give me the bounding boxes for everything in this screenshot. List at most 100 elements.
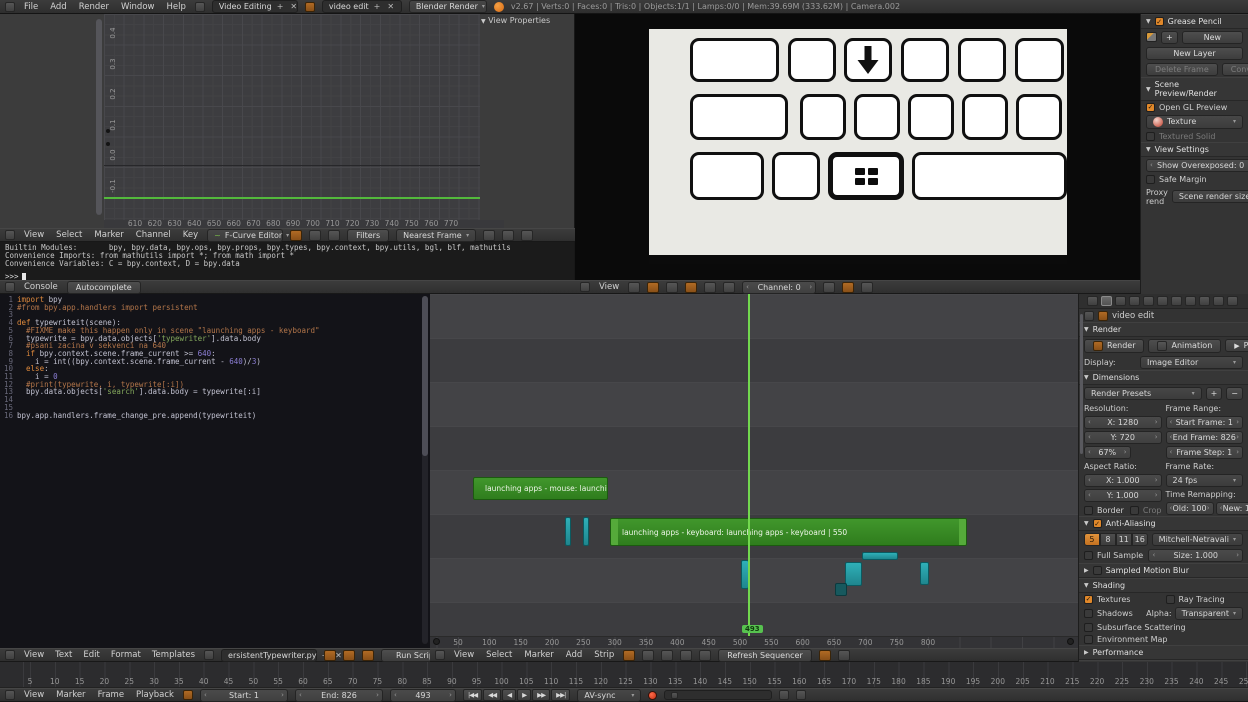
textures-checkbox[interactable]: Textures (1084, 595, 1162, 604)
show-errors-icon[interactable] (328, 230, 340, 241)
editor-type-info-icon[interactable] (5, 2, 15, 12)
tab-scene-icon[interactable] (1129, 296, 1140, 306)
collapse-triangle-icon[interactable]: ▼ (1146, 18, 1151, 25)
dimensions-panel-header[interactable]: ▼Dimensions (1079, 370, 1248, 385)
snap-icon[interactable] (819, 650, 831, 661)
menu-templates[interactable]: Templates (150, 650, 197, 660)
menu-format[interactable]: Format (109, 650, 143, 660)
preview-view-menu[interactable]: View (597, 282, 621, 292)
menu-marker[interactable]: Marker (522, 650, 555, 660)
resolution-x-field[interactable]: X: 1280 (1084, 416, 1162, 429)
menu-view[interactable]: View (452, 650, 476, 660)
strip-thin-teal[interactable] (862, 552, 898, 560)
aspect-x-field[interactable]: X: 1.000 (1084, 474, 1162, 487)
menu-marker[interactable]: Marker (54, 690, 87, 700)
jump-to-start-button[interactable]: |◀◀ (463, 689, 482, 701)
preset-add-button[interactable]: + (1206, 387, 1223, 400)
histogram-icon[interactable] (704, 282, 716, 293)
scene-preview-panel-header[interactable]: ▼Scene Preview/Render (1141, 77, 1248, 101)
close-layout-button[interactable]: ✕ (288, 2, 299, 11)
end-frame-field[interactable]: End Frame: 826 (1166, 431, 1244, 444)
render-button[interactable]: Render (1084, 339, 1144, 353)
text-file-field[interactable]: ersistentTypewriter.py + ✕ (221, 649, 317, 662)
motion-blur-checkbox[interactable] (1093, 566, 1102, 575)
clock-icon[interactable] (183, 690, 193, 700)
strip-small-teal[interactable] (583, 517, 589, 546)
menu-channel[interactable]: Channel (134, 230, 173, 240)
menu-view[interactable]: View (22, 690, 46, 700)
menu-frame[interactable]: Frame (96, 690, 126, 700)
insert-keyframe-icon[interactable] (779, 690, 789, 700)
antialiasing-panel-header[interactable]: ▼ Anti-Aliasing (1079, 516, 1248, 531)
render-play-button[interactable]: ▶Play (1225, 339, 1248, 352)
console-menu[interactable]: Console (22, 282, 60, 292)
proxy-icon[interactable] (861, 282, 873, 293)
aa-size-slider[interactable]: Size: 1.000 (1148, 549, 1243, 562)
aa-samples-5-button[interactable]: 5 (1084, 533, 1100, 546)
paste-keyframes-icon[interactable] (521, 230, 533, 241)
tab-editor-type-icon[interactable] (1087, 296, 1098, 306)
luma-waveform-icon[interactable] (666, 282, 678, 293)
editor-type-text-icon[interactable] (5, 650, 15, 660)
menu-marker[interactable]: Marker (92, 230, 125, 240)
zoom-icon[interactable] (680, 650, 692, 661)
resolution-percentage-slider[interactable]: 67% (1084, 446, 1131, 459)
strip-launching-apps-mouse[interactable]: launching apps - mouse: launching apps -… (473, 477, 608, 500)
play-reverse-button[interactable]: ◀ (502, 689, 516, 701)
gp-delete-frame-button[interactable]: Delete Frame (1146, 63, 1218, 76)
aa-samples-11-button[interactable]: 11 (1116, 533, 1132, 546)
opengl-preview-checkbox[interactable]: Open GL Preview (1146, 103, 1227, 112)
render-engine-dropdown[interactable]: Blender Render (409, 0, 487, 13)
menu-strip[interactable]: Strip (592, 650, 616, 660)
view-zoom-icon[interactable] (842, 282, 854, 293)
render-animation-button[interactable]: Animation (1148, 339, 1221, 353)
environment-map-checkbox[interactable]: Environment Map (1084, 635, 1168, 644)
full-sample-checkbox[interactable]: Full Sample (1084, 551, 1144, 560)
texteditor-scrollbar[interactable] (422, 296, 428, 644)
resolution-y-field[interactable]: Y: 720 (1084, 431, 1162, 444)
collapse-triangle-icon[interactable]: ▼ (481, 18, 486, 25)
grease-pencil-tool-icon[interactable] (823, 282, 835, 293)
av-sync-dropdown[interactable]: AV-sync (577, 689, 641, 702)
pin-icon[interactable] (1084, 311, 1094, 321)
aa-samples-8-button[interactable]: 8 (1100, 533, 1116, 546)
gp-new-button[interactable]: New (1182, 31, 1243, 44)
tab-world-icon[interactable] (1143, 296, 1154, 306)
menu-view[interactable]: View (22, 650, 46, 660)
safe-margin-checkbox[interactable]: Safe Margin (1146, 175, 1207, 184)
proxy-render-dropdown[interactable]: Scene render size (1172, 190, 1248, 203)
strip-right-handle[interactable] (959, 519, 966, 545)
shadows-checkbox[interactable]: Shadows (1084, 609, 1142, 618)
render-presets-dropdown[interactable]: Render Presets (1084, 387, 1202, 400)
scene-icon[interactable] (305, 2, 315, 12)
screen-layout-field[interactable]: Video Editing + ✕ (212, 0, 298, 13)
tab-constraints-icon[interactable] (1171, 296, 1182, 306)
timeline-frame-ruler[interactable]: 5101520253035404550556065707580859095100… (0, 662, 1248, 688)
view-properties-panel[interactable]: ▼ View Properties (481, 16, 550, 25)
copy-strip-icon[interactable] (838, 650, 850, 661)
tab-object-icon[interactable] (1157, 296, 1168, 306)
time-remap-new-field[interactable]: New: 100 (1216, 502, 1248, 515)
channel-slider[interactable]: Channel: 0 (742, 281, 816, 294)
grease-pencil-panel-header[interactable]: ▼ Grease Pencil (1141, 14, 1248, 29)
frame-rate-dropdown[interactable]: 24 fps (1166, 474, 1244, 487)
fcurve-curve[interactable] (104, 197, 480, 199)
frame-step-field[interactable]: Frame Step: 1 (1166, 446, 1244, 459)
view-sequence-icon[interactable] (623, 650, 635, 661)
screen-layout-icon[interactable] (195, 2, 205, 12)
view-settings-panel-header[interactable]: ▼View Settings (1141, 142, 1248, 157)
textured-solid-checkbox[interactable]: Textured Solid (1146, 132, 1215, 141)
start-frame-field[interactable]: Start Frame: 1 (1166, 416, 1244, 429)
strip-small-teal[interactable] (920, 562, 929, 585)
keyframe-dot[interactable] (106, 142, 110, 146)
crop-checkbox[interactable]: Crop (1130, 506, 1162, 515)
play-button[interactable]: ▶ (517, 689, 531, 701)
antialiasing-checkbox[interactable] (1093, 519, 1102, 528)
tab-render-layers-icon[interactable] (1115, 296, 1126, 306)
fcurve-mode-dropdown[interactable]: ~F-Curve Editor (207, 229, 283, 242)
view-both-icon[interactable] (661, 650, 673, 661)
preset-remove-button[interactable]: − (1226, 387, 1243, 400)
menu-add[interactable]: Add (564, 650, 584, 660)
timeline-end-field[interactable]: End: 826 (295, 689, 383, 702)
shading-panel-header[interactable]: ▼Shading (1079, 578, 1248, 593)
